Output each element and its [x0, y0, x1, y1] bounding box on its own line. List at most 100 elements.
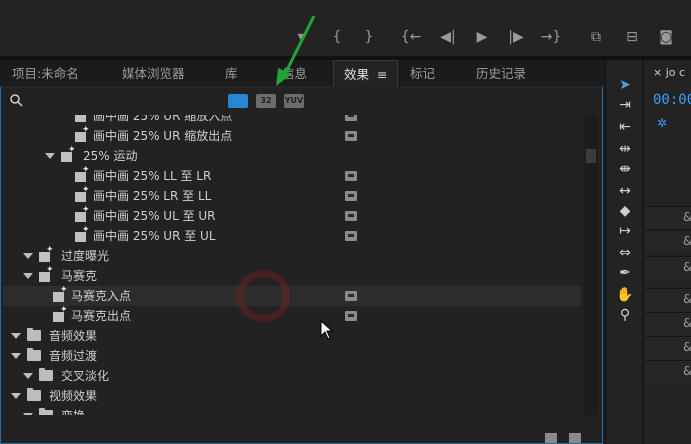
scrollbar-thumb[interactable] [586, 149, 596, 163]
tree-row-label: 马赛克出点 [71, 309, 132, 323]
preset-bin-icon: ✦ [39, 266, 54, 282]
tree-row[interactable]: 交叉淡化 [3, 366, 581, 386]
insert-icon[interactable]: ⧉ [586, 28, 606, 46]
overwrite-icon[interactable]: ⊟ [622, 28, 642, 46]
tab-media-browser[interactable]: 媒体浏览器 [122, 60, 185, 87]
effects-tree: ✦ 画中画 25% UR 缩放入点 ✦ 画中画 25% UR 缩放出点 ✦ 25… [3, 115, 581, 415]
tree-row-label: 变换 [61, 406, 85, 415]
tree-row[interactable]: ✦ 过度曝光 [3, 246, 581, 266]
snap-icon[interactable]: ✲ [657, 116, 667, 130]
tab-libraries[interactable]: 库 [225, 60, 238, 87]
preset-bin-icon: ✦ [61, 146, 76, 162]
disclosure-arrow-icon[interactable] [23, 253, 33, 259]
folder-icon [39, 408, 53, 415]
32bit-filter-icon[interactable]: 32 [256, 94, 276, 108]
disclosure-arrow-icon[interactable] [11, 353, 21, 359]
razor-tool-icon[interactable]: ◆ [616, 202, 634, 220]
step-back-icon[interactable]: ◀| [440, 28, 456, 46]
timecode-display[interactable]: 00:00 [653, 92, 691, 108]
tab-markers[interactable]: 标记 [410, 60, 435, 87]
tree-row[interactable]: ✦ 画中画 25% UR 缩放出点 [3, 126, 581, 146]
yuv-filter-icon[interactable]: YUV [284, 94, 304, 108]
effects-search-input[interactable] [23, 92, 223, 110]
tab-project[interactable]: 项目:未命名 [12, 60, 79, 87]
preset-bin-icon: ✦ [39, 246, 54, 262]
tab-history[interactable]: 历史记录 [476, 60, 526, 87]
folder-icon [39, 368, 53, 381]
disclosure-arrow-icon[interactable] [45, 153, 55, 159]
tree-row[interactable]: 音频效果 [3, 326, 581, 346]
timeline-track[interactable]: & [645, 360, 691, 382]
accelerated-effects-filter-icon[interactable] [228, 94, 248, 108]
tree-row[interactable]: 视频效果 [3, 386, 581, 406]
pen-tool-icon[interactable]: ✒ [616, 264, 634, 282]
tree-row-label: 过度曝光 [61, 249, 110, 263]
tree-row[interactable]: ✦ 马赛克出点 [3, 306, 581, 326]
tree-row[interactable]: 变换 [3, 406, 581, 415]
go-to-out-icon[interactable]: →} [541, 28, 562, 46]
effect-preset-icon: ✦ [53, 306, 68, 322]
tools-panel: ➤ ⇥ ⇤ ⇹ ⇼ ↔ ◆ ↦ ⇔ ✒ ✋ ⚲ [605, 60, 643, 444]
accelerated-badge-icon [345, 171, 357, 181]
delete-icon[interactable] [569, 433, 581, 443]
tree-row-label: 马赛克入点 [71, 289, 132, 303]
timeline-track[interactable]: & [645, 206, 691, 228]
tree-row-label: 交叉淡化 [61, 369, 110, 383]
go-to-in-icon[interactable]: {← [401, 28, 422, 46]
rolling-edit-tool-icon[interactable]: ⇼ [616, 160, 634, 178]
export-frame-icon[interactable]: ◙ [656, 28, 676, 46]
slide-tool-icon[interactable]: ⇔ [616, 244, 634, 262]
disclosure-arrow-icon[interactable] [23, 413, 33, 415]
tab-info[interactable]: 信息 [282, 60, 307, 87]
tree-row-label: 画中画 25% UR 缩放出点 [93, 129, 233, 143]
tree-row[interactable]: ✦ 画中画 25% LL 至 LR [3, 166, 581, 186]
ripple-edit-tool-icon[interactable]: ⇹ [616, 140, 634, 158]
play-icon[interactable]: ▶ [474, 28, 490, 46]
track-select-backward-icon[interactable]: ⇤ [616, 118, 634, 136]
tree-row-label: 音频效果 [49, 329, 98, 343]
rate-stretch-tool-icon[interactable]: ↔ [616, 182, 634, 200]
tree-row[interactable]: ✦ 画中画 25% UL 至 UR [3, 206, 581, 226]
mark-in-icon[interactable]: { [330, 28, 344, 46]
effect-preset-icon: ✦ [75, 206, 90, 222]
disclosure-arrow-icon[interactable] [23, 373, 33, 379]
timeline-track[interactable]: & [645, 312, 691, 334]
tab-effects-label: 效果 [344, 67, 370, 82]
tab-effects[interactable]: 效果 ≡ [333, 60, 398, 87]
slip-tool-icon[interactable]: ↦ [616, 222, 634, 240]
disclosure-arrow-icon[interactable] [11, 333, 21, 339]
folder-icon [27, 348, 41, 361]
timeline-track[interactable]: & [645, 256, 691, 278]
effect-preset-icon: ✦ [53, 286, 68, 302]
mark-out-icon[interactable]: } [362, 28, 376, 46]
timeline-tab[interactable]: × jo c [653, 66, 685, 79]
disclosure-arrow-icon[interactable] [23, 273, 33, 279]
tree-row[interactable]: ✦ 画中画 25% LR 至 LL [3, 186, 581, 206]
new-bin-icon[interactable] [545, 433, 557, 443]
panel-tab-strip: 项目:未命名 媒体浏览器 库 信息 效果 ≡ 标记 历史记录 [0, 60, 605, 87]
timeline-track[interactable]: & [645, 288, 691, 310]
accelerated-badge-icon [345, 231, 357, 241]
panel-menu-icon[interactable]: ≡ [377, 61, 387, 88]
zoom-tool-icon[interactable]: ⚲ [616, 306, 634, 324]
folder-icon [27, 328, 41, 341]
effects-scrollbar[interactable] [584, 115, 598, 415]
tree-row[interactable]: ✦ 25% 运动 [3, 146, 581, 166]
effect-preset-icon: ✦ [75, 166, 90, 182]
selection-tool-icon[interactable]: ➤ [616, 76, 634, 94]
step-forward-icon[interactable]: |▶ [508, 28, 524, 46]
timeline-track[interactable]: & [645, 230, 691, 252]
effect-preset-icon: ✦ [75, 186, 90, 202]
tree-row[interactable]: ✦ 画中画 25% UR 至 UL [3, 226, 581, 246]
tree-row-label: 画中画 25% LR 至 LL [93, 189, 212, 203]
tree-row[interactable]: 音频过渡 [3, 346, 581, 366]
tree-row-selected[interactable]: ✦ 马赛克入点 [3, 286, 581, 306]
mouse-cursor-icon [320, 320, 334, 340]
timeline-track[interactable]: & [645, 336, 691, 358]
track-select-tool-icon[interactable]: ⇥ [616, 96, 634, 114]
hand-tool-icon[interactable]: ✋ [616, 286, 634, 304]
marker-icon[interactable]: ▾ [294, 28, 308, 46]
disclosure-arrow-icon[interactable] [11, 393, 21, 399]
tree-row[interactable]: ✦ 马赛克 [3, 266, 581, 286]
effect-preset-icon: ✦ [75, 226, 90, 242]
